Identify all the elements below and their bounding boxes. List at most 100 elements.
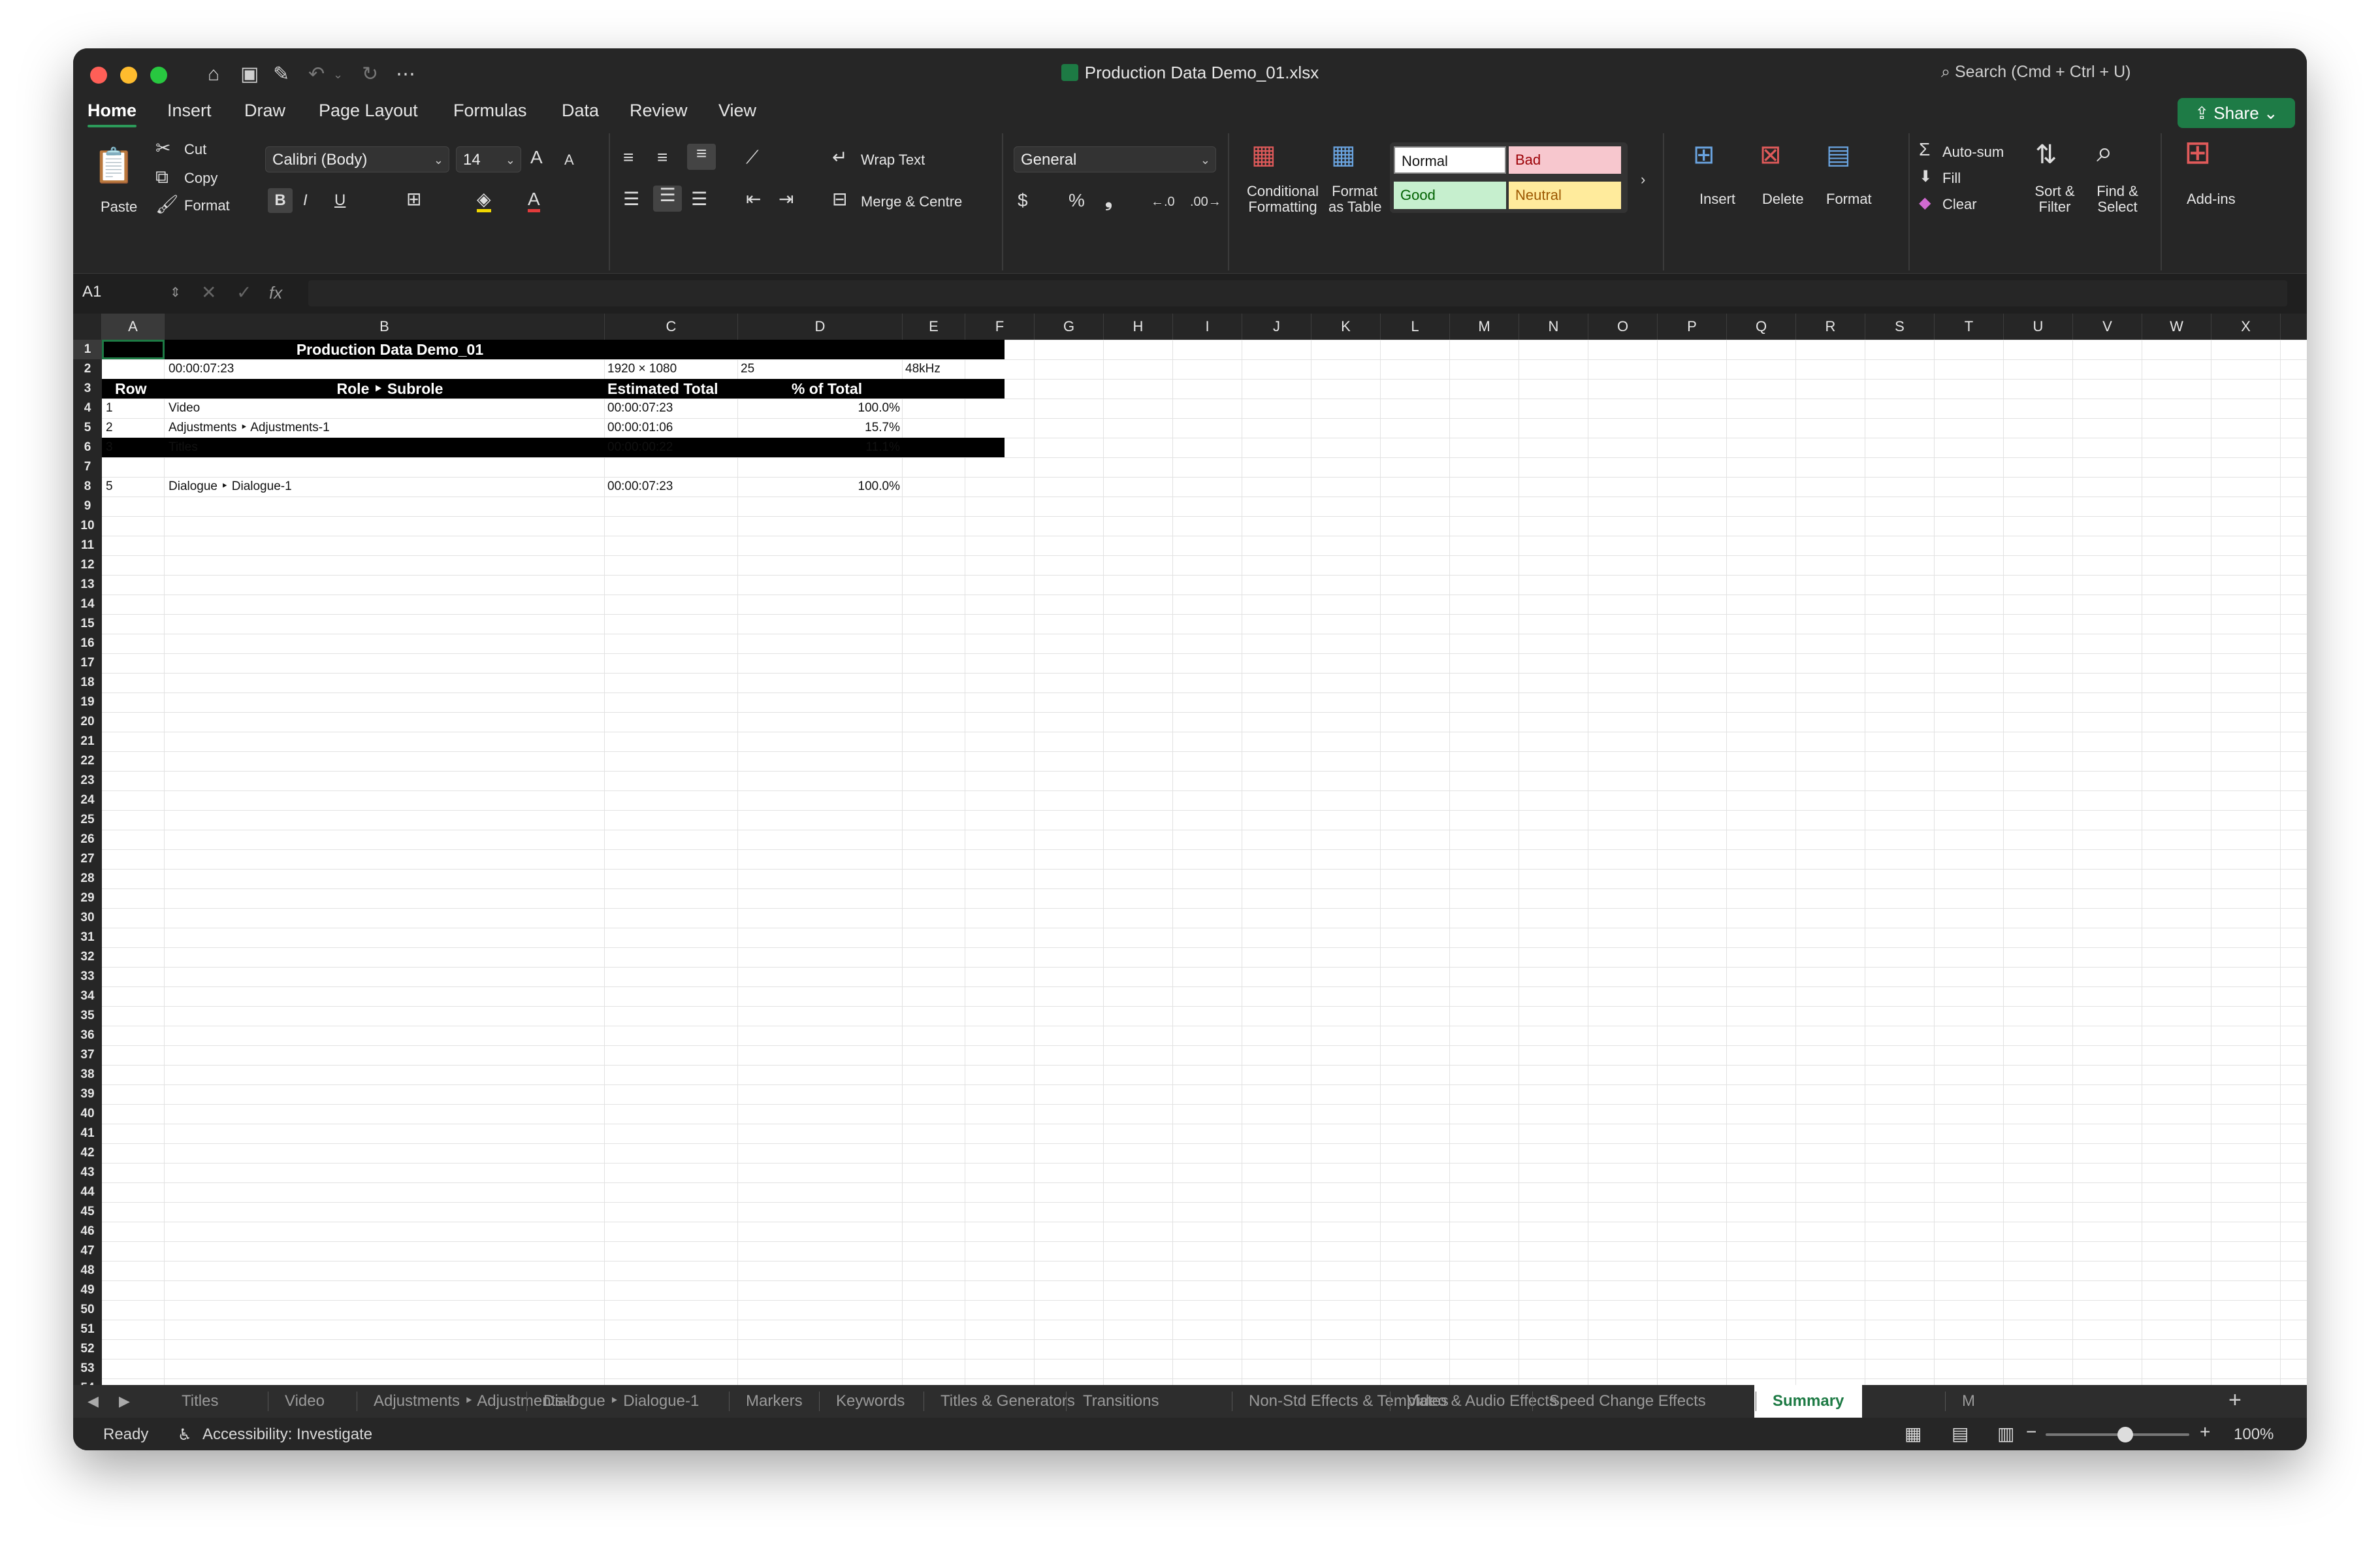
cut-icon[interactable]: ✂ <box>155 138 170 158</box>
confirm-entry-icon[interactable]: ✓ <box>236 283 251 302</box>
sheet-tab[interactable]: Video & Audio Effects <box>1407 1385 1557 1418</box>
sort-filter-icon[interactable]: ⇅ <box>2035 142 2057 168</box>
currency-icon[interactable]: $ <box>1018 191 1028 210</box>
row-header[interactable]: 14 <box>73 594 102 614</box>
share-button[interactable]: ⇪ Share ⌄ <box>2178 98 2295 128</box>
align-center-icon[interactable]: ☰ <box>653 186 682 212</box>
align-top-icon[interactable]: ≡ <box>623 148 634 167</box>
row-header[interactable]: 20 <box>73 712 102 732</box>
merge-centre-icon[interactable]: ⊟ <box>832 189 847 209</box>
orientation-icon[interactable]: ⟋ <box>746 148 759 167</box>
align-right-icon[interactable]: ☰ <box>691 189 707 209</box>
percent-cell[interactable]: 100.0% <box>741 477 900 497</box>
column-header-q[interactable]: Q <box>1727 314 1796 340</box>
comma-style-icon[interactable]: ❟ <box>1105 191 1112 210</box>
column-header-v[interactable]: V <box>2073 314 2142 340</box>
format-cells-label[interactable]: Format <box>1826 191 1872 208</box>
column-header-e[interactable]: E <box>903 314 965 340</box>
row-header[interactable]: 43 <box>73 1163 102 1182</box>
row-header[interactable]: 2 <box>73 359 102 379</box>
percent-cell[interactable]: 11.1% <box>741 438 900 457</box>
find-select-label-1[interactable]: Find & <box>2094 183 2141 200</box>
font-size-combo[interactable]: 14 ⌄ <box>456 146 521 172</box>
decrease-decimal-icon[interactable]: .00→ <box>1190 192 1221 212</box>
row-header[interactable]: 36 <box>73 1026 102 1045</box>
tab-home[interactable]: Home <box>88 101 137 127</box>
sheet-tab[interactable]: Markers <box>746 1385 803 1418</box>
column-header-r[interactable]: R <box>1796 314 1865 340</box>
wrap-text-icon[interactable]: ↵ <box>832 148 847 167</box>
next-sheet-icon[interactable]: ▶ <box>119 1392 130 1411</box>
column-header-t[interactable]: T <box>1935 314 2004 340</box>
row-header[interactable]: 24 <box>73 790 102 810</box>
tab-insert[interactable]: Insert <box>167 101 212 121</box>
column-header-o[interactable]: O <box>1588 314 1658 340</box>
info-audio[interactable]: 48kHz <box>905 359 971 379</box>
row-header[interactable]: 13 <box>73 575 102 594</box>
row-header[interactable]: 47 <box>73 1241 102 1261</box>
row-header[interactable]: 42 <box>73 1143 102 1163</box>
sort-filter-label-2[interactable]: Filter <box>2031 199 2078 216</box>
row-header[interactable]: 28 <box>73 869 102 888</box>
increase-font-icon[interactable]: A <box>530 148 543 167</box>
row-header[interactable]: 49 <box>73 1280 102 1300</box>
fill-color-icon[interactable]: ◈ <box>477 189 491 212</box>
header-role[interactable]: Role ‣ Subrole <box>165 379 615 399</box>
add-ins-icon[interactable]: ⊞ <box>2184 136 2211 169</box>
sheet-tab[interactable]: Dialogue ‣ Dialogue-1 <box>543 1385 699 1418</box>
format-cells-icon[interactable]: ▤ <box>1826 142 1851 168</box>
row-header[interactable]: 30 <box>73 908 102 928</box>
row-header[interactable]: 52 <box>73 1339 102 1359</box>
sheet-tab[interactable]: Titles & Generators <box>941 1385 1075 1418</box>
clear-icon[interactable]: ◆ <box>1919 193 1931 213</box>
autosum-icon[interactable]: Σ <box>1919 140 1930 159</box>
cut-label[interactable]: Cut <box>184 141 206 158</box>
row-header[interactable]: 19 <box>73 692 102 712</box>
selected-cell-a1[interactable] <box>102 340 165 359</box>
font-name-combo[interactable]: Calibri (Body) ⌄ <box>265 146 449 172</box>
row-header[interactable]: 12 <box>73 555 102 575</box>
tab-review[interactable]: Review <box>630 101 688 121</box>
row-header[interactable]: 18 <box>73 673 102 692</box>
tab-draw[interactable]: Draw <box>244 101 285 121</box>
increase-indent-icon[interactable]: ⇥ <box>779 189 794 209</box>
column-header-a[interactable]: A <box>102 314 165 340</box>
total-percent-cell[interactable]: 126.8% <box>741 457 900 477</box>
row-header[interactable]: 26 <box>73 830 102 849</box>
row-header[interactable]: 11 <box>73 536 102 555</box>
row-header[interactable]: 32 <box>73 947 102 967</box>
column-header-c[interactable]: C <box>605 314 738 340</box>
row-header[interactable]: 33 <box>73 967 102 986</box>
italic-icon[interactable]: I <box>303 191 308 210</box>
row-header[interactable]: 37 <box>73 1045 102 1065</box>
row-header[interactable]: 25 <box>73 810 102 830</box>
previous-sheet-icon[interactable]: ◀ <box>88 1392 99 1411</box>
total-role-cell[interactable] <box>169 457 600 477</box>
column-header-k[interactable]: K <box>1311 314 1381 340</box>
column-header-j[interactable]: J <box>1242 314 1311 340</box>
row-header[interactable]: 48 <box>73 1261 102 1280</box>
sheet-tab[interactable]: Transitions <box>1083 1385 1159 1418</box>
decrease-font-icon[interactable]: A <box>564 150 574 170</box>
autosum-button[interactable]: Auto-sum <box>1942 144 2004 161</box>
estimated-cell[interactable]: 00:00:07:23 <box>607 477 738 497</box>
tab-formulas[interactable]: Formulas <box>453 101 527 121</box>
row-header[interactable]: 23 <box>73 771 102 790</box>
font-color-icon[interactable]: A <box>528 189 540 212</box>
row-header[interactable]: 34 <box>73 986 102 1006</box>
add-sheet-icon[interactable]: + <box>2228 1389 2242 1411</box>
sheet-title[interactable]: Production Data Demo_01 <box>165 340 615 359</box>
conditional-formatting-label-1[interactable]: Conditional <box>1244 183 1322 200</box>
column-header-g[interactable]: G <box>1035 314 1104 340</box>
info-duration[interactable]: 00:00:07:23 <box>169 359 364 379</box>
zoom-level[interactable]: 100% <box>2234 1425 2274 1444</box>
row-header[interactable]: 54 <box>73 1378 102 1385</box>
conditional-formatting-label-2[interactable]: Formatting <box>1244 199 1322 216</box>
zoom-slider-handle[interactable] <box>2117 1427 2133 1442</box>
increase-decimal-icon[interactable]: ←.0 <box>1151 192 1175 212</box>
row-header[interactable]: 27 <box>73 849 102 869</box>
find-select-icon[interactable]: ⌕ <box>2097 138 2113 167</box>
column-header-i[interactable]: I <box>1173 314 1242 340</box>
sheet-tab[interactable]: Keywords <box>836 1385 905 1418</box>
row-header[interactable]: 53 <box>73 1359 102 1378</box>
